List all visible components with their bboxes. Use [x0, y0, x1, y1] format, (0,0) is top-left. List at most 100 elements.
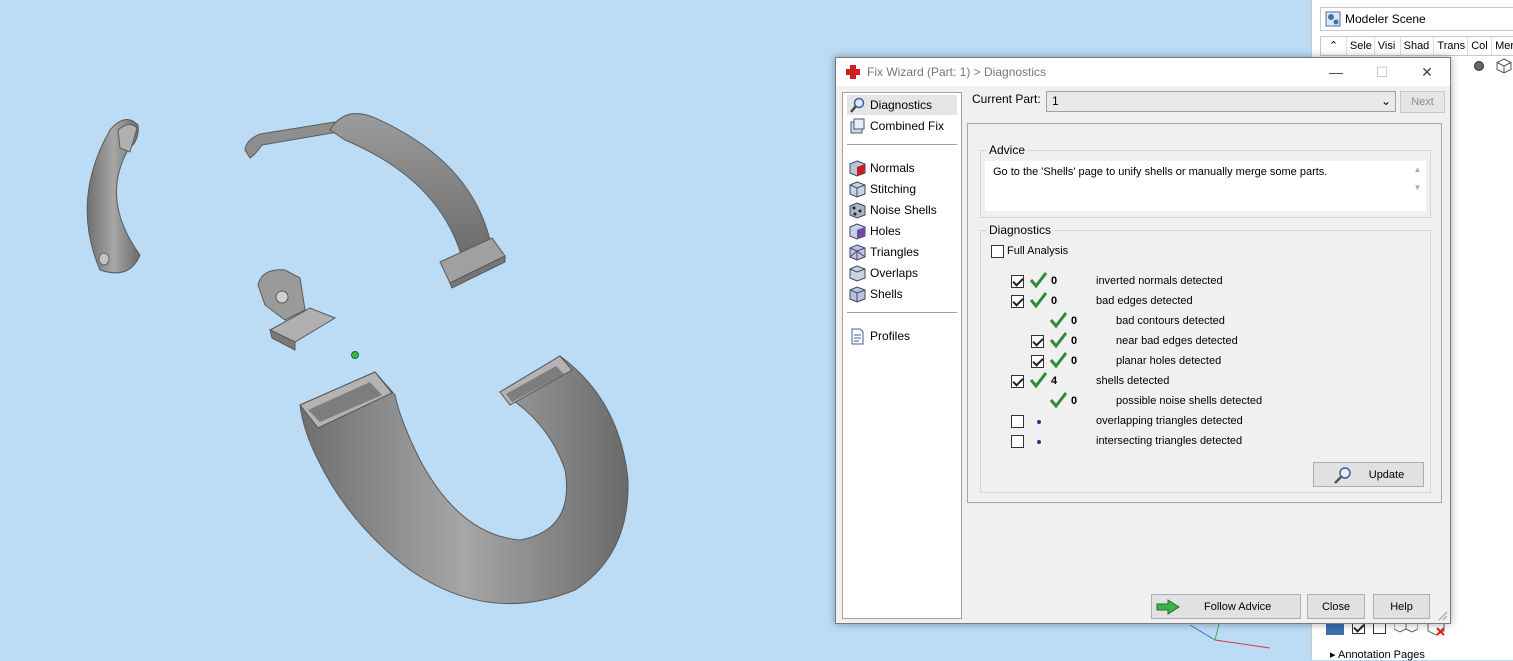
planar-holes-checkbox[interactable] — [1031, 355, 1044, 368]
green-check-icon — [1029, 272, 1047, 289]
col-transparent[interactable]: Trans — [1434, 37, 1469, 55]
fix-wizard-dialog: Fix Wizard (Part: 1) > Diagnostics — ☐ ✕… — [835, 57, 1451, 624]
overlaps-cube-icon — [849, 264, 866, 282]
green-check-icon — [1049, 352, 1067, 369]
scene-title-row[interactable]: Modeler Scene — [1320, 7, 1513, 31]
current-part-value: 1 — [1052, 94, 1059, 108]
holes-cube-icon — [849, 222, 866, 240]
bad-edges-checkbox[interactable] — [1011, 295, 1024, 308]
col-merge[interactable]: Mer — [1492, 37, 1513, 55]
wizard-nav: Diagnostics Combined Fix Normals Stitchi… — [842, 92, 962, 619]
color-dot-icon[interactable] — [1473, 60, 1485, 72]
noise-shells-icon — [849, 201, 866, 219]
noise-shells-count: 0 — [1071, 395, 1078, 407]
magnifier-icon — [850, 97, 865, 113]
near-bad-edges-label: near bad edges detected — [1116, 335, 1238, 347]
close-button[interactable]: Close — [1307, 594, 1365, 619]
update-button[interactable]: Update — [1313, 462, 1424, 487]
nav-item-triangles[interactable]: Triangles — [847, 242, 957, 262]
green-check-icon — [1049, 392, 1067, 409]
shells-label: shells detected — [1096, 375, 1170, 387]
pending-dot-icon — [1037, 440, 1041, 444]
intersecting-triangles-label: intersecting triangles detected — [1096, 435, 1243, 447]
dialog-title: Fix Wizard (Part: 1) > Diagnostics — [867, 65, 1047, 79]
scene-tree-icon — [1325, 11, 1341, 27]
nav-separator — [847, 312, 957, 313]
pending-dot-icon — [1037, 420, 1041, 424]
diagnostics-group: Diagnostics Full Analysis 0 inverted nor… — [980, 223, 1431, 493]
planar-holes-count: 0 — [1071, 355, 1078, 367]
normals-cube-icon — [849, 159, 866, 177]
col-select[interactable]: Sele — [1347, 37, 1375, 55]
noise-shells-label: possible noise shells detected — [1116, 395, 1263, 407]
nav-item-normals[interactable]: Normals — [847, 158, 957, 178]
scene-title: Modeler Scene — [1345, 12, 1426, 26]
cube-icon[interactable] — [1496, 58, 1512, 74]
inverted-normals-checkbox[interactable] — [1011, 275, 1024, 288]
help-button[interactable]: Help — [1373, 594, 1430, 619]
inverted-normals-count: 0 — [1051, 275, 1058, 287]
advice-textbox[interactable]: Go to the 'Shells' page to unify shells … — [985, 161, 1426, 211]
bad-contours-label: bad contours detected — [1116, 315, 1225, 327]
nav-item-profiles[interactable]: Profiles — [847, 326, 957, 346]
nav-item-combined-fix[interactable]: Combined Fix — [847, 116, 957, 136]
triangles-cube-icon — [849, 243, 866, 261]
bad-edges-label: bad edges detected — [1096, 295, 1193, 307]
diagnostics-page: Advice Go to the 'Shells' page to unify … — [967, 123, 1442, 503]
nav-item-noise-shells[interactable]: Noise Shells — [847, 200, 957, 220]
near-bad-edges-count: 0 — [1071, 335, 1078, 347]
advice-title: Advice — [987, 143, 1028, 157]
full-analysis-checkbox[interactable] — [991, 245, 1004, 258]
inverted-normals-label: inverted normals detected — [1096, 275, 1223, 287]
green-check-icon — [1049, 312, 1067, 329]
full-analysis-label: Full Analysis — [1007, 245, 1069, 257]
col-visible[interactable]: Visi — [1375, 37, 1401, 55]
maximize-button[interactable]: ☐ — [1359, 58, 1405, 86]
nav-item-shells[interactable]: Shells — [847, 284, 957, 304]
follow-advice-button[interactable]: Follow Advice — [1151, 594, 1301, 619]
model-part-u-shape[interactable] — [299, 355, 629, 605]
shells-cube-icon — [849, 285, 866, 303]
model-part-arc-top[interactable] — [244, 113, 506, 289]
diagnostics-title: Diagnostics — [987, 223, 1054, 237]
green-check-icon — [1049, 332, 1067, 349]
dialog-titlebar[interactable]: Fix Wizard (Part: 1) > Diagnostics — ☐ ✕ — [836, 58, 1450, 86]
overlapping-triangles-checkbox[interactable] — [1011, 415, 1024, 428]
annotation-pages-item[interactable]: ▸ Annotation Pages — [1320, 648, 1513, 661]
nav-item-diagnostics[interactable]: Diagnostics — [847, 95, 957, 115]
minimize-button[interactable]: — — [1313, 58, 1359, 86]
nav-item-stitching[interactable]: Stitching — [847, 179, 957, 199]
intersecting-triangles-checkbox[interactable] — [1011, 435, 1024, 448]
overlapping-triangles-label: overlapping triangles detected — [1096, 415, 1243, 427]
model-part-bracket[interactable] — [257, 269, 337, 351]
pivot-point — [351, 351, 359, 359]
green-check-icon — [1029, 292, 1047, 309]
close-icon[interactable]: ✕ — [1404, 58, 1450, 86]
col-color[interactable]: Col — [1468, 37, 1493, 55]
col-shaded[interactable]: Shad — [1401, 37, 1435, 55]
nav-separator — [847, 144, 957, 145]
current-part-select[interactable]: 1 ⌄ — [1046, 91, 1396, 112]
chevron-down-icon: ⌄ — [1380, 94, 1391, 108]
advice-group: Advice Go to the 'Shells' page to unify … — [980, 143, 1431, 218]
model-part-arc-left[interactable] — [86, 119, 141, 274]
stitching-cube-icon — [849, 180, 866, 198]
resize-grip-icon[interactable] — [1436, 609, 1448, 621]
near-bad-edges-checkbox[interactable] — [1031, 335, 1044, 348]
next-button[interactable]: Next — [1400, 91, 1445, 113]
profiles-document-icon — [851, 328, 864, 344]
current-part-label: Current Part: — [972, 92, 1041, 106]
nav-item-holes[interactable]: Holes — [847, 221, 957, 241]
green-check-icon — [1029, 372, 1047, 389]
advice-scrollbar[interactable]: ▲ ▼ — [1411, 165, 1424, 209]
shells-count: 4 — [1051, 375, 1058, 387]
scene-column-header: ⌃ Sele Visi Shad Trans Col Mer — [1320, 36, 1513, 56]
combined-fix-icon — [850, 118, 865, 133]
planar-holes-label: planar holes detected — [1116, 355, 1222, 367]
shells-checkbox[interactable] — [1011, 375, 1024, 388]
nav-item-overlaps[interactable]: Overlaps — [847, 263, 957, 283]
red-cross-icon — [845, 64, 861, 80]
green-arrow-icon — [1156, 598, 1180, 615]
bad-contours-count: 0 — [1071, 315, 1078, 327]
collapse-icon[interactable]: ⌃ — [1321, 37, 1347, 55]
